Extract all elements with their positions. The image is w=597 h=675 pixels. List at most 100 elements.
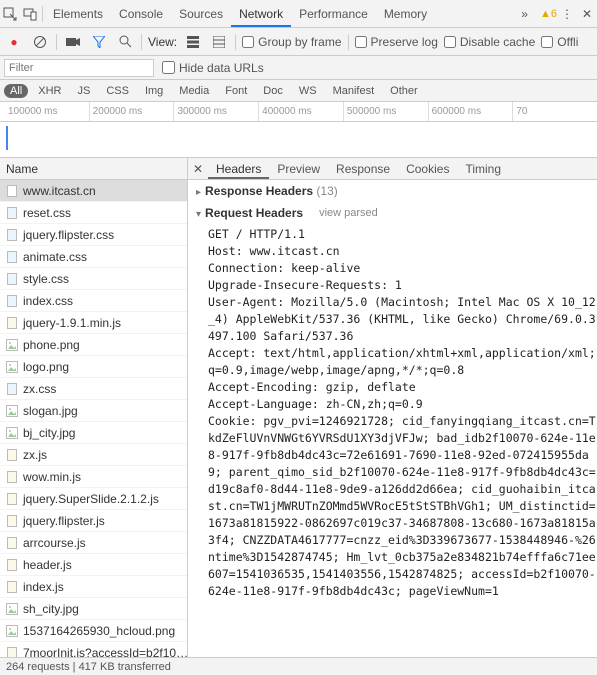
type-doc[interactable]: Doc bbox=[257, 84, 289, 98]
type-ws[interactable]: WS bbox=[293, 84, 323, 98]
tab-performance[interactable]: Performance bbox=[291, 0, 376, 27]
tab-network[interactable]: Network bbox=[231, 0, 291, 27]
request-row[interactable]: header.js bbox=[0, 554, 187, 576]
detail-tab-headers[interactable]: Headers bbox=[208, 158, 269, 179]
filter-input[interactable] bbox=[4, 59, 154, 77]
file-icon bbox=[6, 383, 18, 395]
request-row[interactable]: wow.min.js bbox=[0, 466, 187, 488]
file-icon bbox=[6, 493, 18, 505]
detail-tabs: ✕ HeadersPreviewResponseCookiesTiming bbox=[188, 158, 597, 180]
disable-cache-checkbox[interactable]: Disable cache bbox=[444, 35, 535, 49]
hide-data-urls-checkbox[interactable]: Hide data URLs bbox=[162, 61, 264, 75]
request-row[interactable]: zx.css bbox=[0, 378, 187, 400]
request-row[interactable]: bj_city.jpg bbox=[0, 422, 187, 444]
request-row[interactable]: jquery.SuperSlide.2.1.2.js bbox=[0, 488, 187, 510]
preserve-log-checkbox[interactable]: Preserve log bbox=[355, 35, 438, 49]
tab-memory[interactable]: Memory bbox=[376, 0, 435, 27]
request-row[interactable]: index.js bbox=[0, 576, 187, 598]
type-css[interactable]: CSS bbox=[100, 84, 135, 98]
request-row[interactable]: style.css bbox=[0, 268, 187, 290]
request-row[interactable]: jquery.flipster.js bbox=[0, 510, 187, 532]
request-row[interactable]: reset.css bbox=[0, 202, 187, 224]
file-icon bbox=[6, 515, 18, 527]
separator bbox=[348, 34, 349, 50]
kebab-icon[interactable]: ⋮ bbox=[557, 4, 577, 24]
detail-tab-timing[interactable]: Timing bbox=[457, 158, 509, 179]
tab-console[interactable]: Console bbox=[111, 0, 171, 27]
request-row[interactable]: sh_city.jpg bbox=[0, 598, 187, 620]
view-large-icon[interactable] bbox=[183, 32, 203, 52]
device-icon[interactable] bbox=[20, 4, 40, 24]
warning-badge[interactable]: ▲ 6 bbox=[540, 8, 557, 20]
type-font[interactable]: Font bbox=[219, 84, 253, 98]
type-all[interactable]: All bbox=[4, 84, 28, 98]
request-row[interactable]: slogan.jpg bbox=[0, 400, 187, 422]
request-row[interactable]: index.css bbox=[0, 290, 187, 312]
request-row[interactable]: 1537164265930_hcloud.png bbox=[0, 620, 187, 642]
ruler-tick: 500000 ms bbox=[343, 102, 428, 121]
close-icon[interactable]: ✕ bbox=[577, 4, 597, 24]
request-headers-section[interactable]: Request Headers view parsed bbox=[188, 202, 597, 224]
file-name: zx.css bbox=[23, 382, 56, 396]
type-js[interactable]: JS bbox=[71, 84, 96, 98]
inspect-icon[interactable] bbox=[0, 4, 20, 24]
file-icon bbox=[6, 603, 18, 615]
file-icon bbox=[6, 185, 18, 197]
file-name: index.css bbox=[23, 294, 73, 308]
request-row[interactable]: animate.css bbox=[0, 246, 187, 268]
tab-elements[interactable]: Elements bbox=[45, 0, 111, 27]
request-row[interactable]: jquery.flipster.css bbox=[0, 224, 187, 246]
offline-checkbox[interactable]: Offli bbox=[541, 35, 578, 49]
request-row[interactable]: arrcourse.js bbox=[0, 532, 187, 554]
request-row[interactable]: jquery-1.9.1.min.js bbox=[0, 312, 187, 334]
view-label: View: bbox=[148, 35, 177, 49]
record-button[interactable]: ● bbox=[4, 32, 24, 52]
ruler-tick: 400000 ms bbox=[258, 102, 343, 121]
request-row[interactable]: www.itcast.cn bbox=[0, 180, 187, 202]
file-name: sh_city.jpg bbox=[23, 602, 79, 616]
type-img[interactable]: Img bbox=[139, 84, 169, 98]
name-header[interactable]: Name bbox=[0, 158, 187, 180]
type-media[interactable]: Media bbox=[173, 84, 215, 98]
ruler-tick: 100000 ms bbox=[0, 102, 89, 121]
more-tabs[interactable]: » bbox=[513, 0, 536, 28]
close-detail-icon[interactable]: ✕ bbox=[188, 162, 208, 176]
file-name: style.css bbox=[23, 272, 69, 286]
file-name: phone.png bbox=[23, 338, 80, 352]
file-name: 7moorInit.js?accessId=b2f10… bbox=[23, 646, 187, 658]
file-name: wow.min.js bbox=[23, 470, 81, 484]
file-name: zx.js bbox=[23, 448, 47, 462]
file-name: logo.png bbox=[23, 360, 69, 374]
filter-icon[interactable] bbox=[89, 32, 109, 52]
timeline-overview[interactable] bbox=[0, 122, 597, 158]
view-parsed-link[interactable]: view parsed bbox=[319, 207, 378, 219]
file-icon bbox=[6, 317, 18, 329]
file-name: header.js bbox=[23, 558, 72, 572]
clear-button[interactable] bbox=[30, 32, 50, 52]
type-xhr[interactable]: XHR bbox=[32, 84, 67, 98]
request-row[interactable]: phone.png bbox=[0, 334, 187, 356]
request-row[interactable]: 7moorInit.js?accessId=b2f10… bbox=[0, 642, 187, 657]
camera-icon[interactable] bbox=[63, 32, 83, 52]
file-name: slogan.jpg bbox=[23, 404, 78, 418]
file-name: jquery.SuperSlide.2.1.2.js bbox=[23, 492, 159, 506]
request-row[interactable]: logo.png bbox=[0, 356, 187, 378]
file-name: jquery-1.9.1.min.js bbox=[23, 316, 121, 330]
detail-panel: ✕ HeadersPreviewResponseCookiesTiming Re… bbox=[188, 158, 597, 657]
group-by-frame-checkbox[interactable]: Group by frame bbox=[242, 35, 341, 49]
type-filters: All XHR JS CSS Img Media Font Doc WS ManifestOthe… bbox=[0, 80, 597, 102]
type-other[interactable]: Other bbox=[384, 84, 424, 98]
tab-sources[interactable]: Sources bbox=[171, 0, 231, 27]
detail-tab-preview[interactable]: Preview bbox=[269, 158, 328, 179]
search-icon[interactable] bbox=[115, 32, 135, 52]
view-overview-icon[interactable] bbox=[209, 32, 229, 52]
timeline-ruler[interactable]: 100000 ms200000 ms300000 ms400000 ms5000… bbox=[0, 102, 597, 122]
detail-tab-cookies[interactable]: Cookies bbox=[398, 158, 457, 179]
response-headers-section[interactable]: Response Headers (13) bbox=[188, 180, 597, 202]
type-manifest[interactable]: Manifest bbox=[327, 84, 381, 98]
file-name: animate.css bbox=[23, 250, 87, 264]
request-row[interactable]: zx.js bbox=[0, 444, 187, 466]
file-name: jquery.flipster.css bbox=[23, 228, 114, 242]
file-icon bbox=[6, 207, 18, 219]
detail-tab-response[interactable]: Response bbox=[328, 158, 398, 179]
